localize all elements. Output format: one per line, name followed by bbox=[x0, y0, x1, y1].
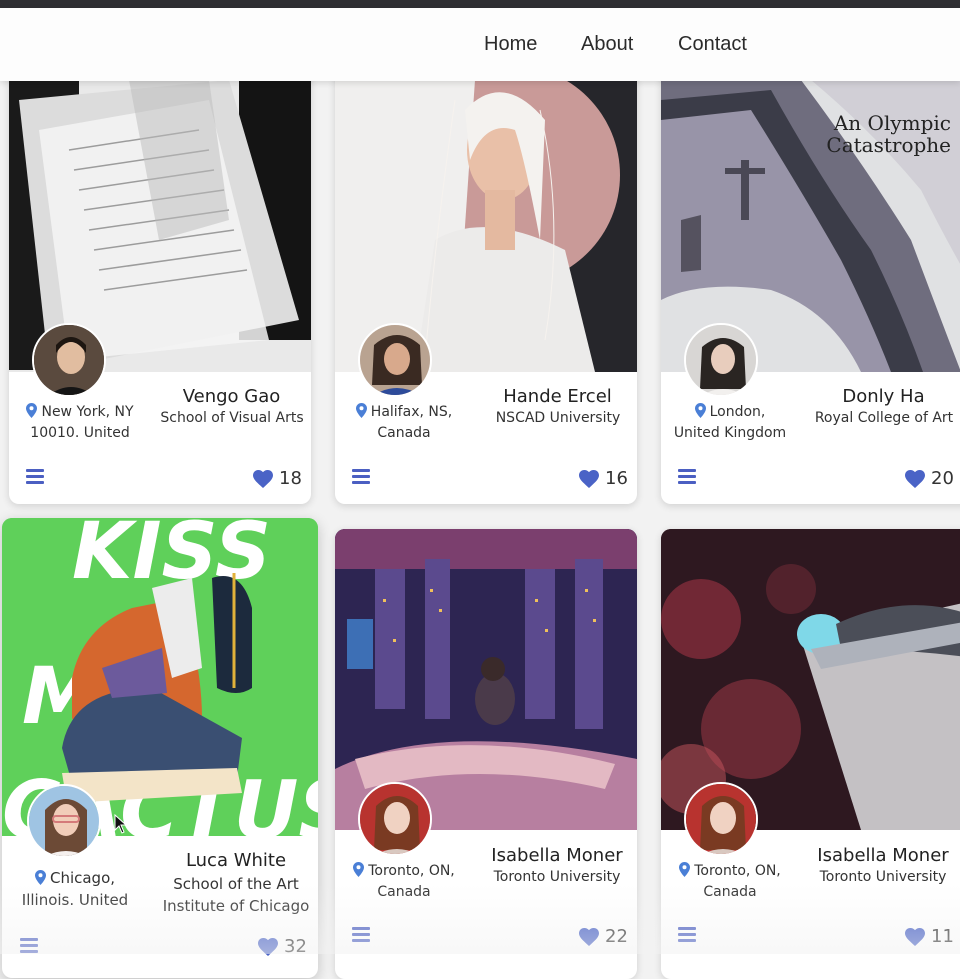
location-pin-icon bbox=[353, 862, 364, 877]
heart-icon bbox=[905, 470, 925, 488]
artist-location: Toronto, ON, Canada bbox=[665, 861, 795, 903]
location-line-1: New York, NY bbox=[41, 404, 133, 420]
artist-avatar[interactable] bbox=[684, 782, 758, 856]
artist-avatar[interactable] bbox=[684, 323, 758, 397]
location-pin-icon bbox=[26, 403, 37, 418]
like-count: 11 bbox=[931, 926, 954, 947]
artist-school: School of Visual Arts bbox=[157, 408, 307, 429]
artist-school: Toronto University bbox=[807, 867, 959, 888]
artist-avatar[interactable] bbox=[32, 323, 106, 397]
school-line-1: School of the Art bbox=[173, 875, 299, 893]
artist-name: Isabella Moner bbox=[807, 845, 959, 866]
artist-avatar[interactable] bbox=[27, 784, 101, 858]
location-pin-icon bbox=[695, 403, 706, 418]
location-line-2: Illinois. United bbox=[22, 891, 128, 909]
artist-school: Royal College of Art bbox=[809, 408, 959, 429]
artist-name: Hande Ercel bbox=[485, 386, 630, 407]
location-line-2: Canada bbox=[703, 884, 756, 900]
location-line-2: Canada bbox=[377, 884, 430, 900]
menu-icon[interactable] bbox=[678, 927, 696, 943]
menu-icon[interactable] bbox=[352, 469, 370, 485]
like-count: 16 bbox=[605, 468, 628, 489]
like-button[interactable]: 18 bbox=[253, 468, 302, 489]
like-count: 20 bbox=[931, 468, 954, 489]
location-line-2: United Kingdom bbox=[674, 425, 786, 441]
location-pin-icon bbox=[679, 862, 690, 877]
artist-card-donly-ha[interactable]: An OlympicCatastrophe Donly Ha Royal Col… bbox=[661, 40, 960, 504]
heart-icon bbox=[258, 938, 278, 956]
menu-icon[interactable] bbox=[26, 469, 44, 485]
like-count: 18 bbox=[279, 468, 302, 489]
heart-icon bbox=[253, 470, 273, 488]
heart-icon bbox=[905, 928, 925, 946]
artwork-image[interactable]: An OlympicCatastrophe bbox=[661, 40, 960, 372]
top-navigation: Home About Contact bbox=[0, 8, 960, 81]
location-pin-icon bbox=[356, 403, 367, 418]
school-line-2: Institute of Chicago bbox=[163, 897, 310, 915]
artist-school: NSCAD University bbox=[483, 408, 633, 429]
location-line-1: Halifax, NS, bbox=[371, 404, 452, 420]
heart-icon bbox=[579, 928, 599, 946]
heart-icon bbox=[579, 470, 599, 488]
like-count: 22 bbox=[605, 926, 628, 947]
location-line-1: London, bbox=[710, 404, 766, 420]
artist-card-luca-white[interactable]: KISS MY CACTUS Luca White School of the … bbox=[2, 518, 318, 978]
artwork-title-line-1: An Olympic bbox=[834, 111, 951, 135]
artist-card-hande-ercel[interactable]: Hande Ercel NSCAD University Halifax, NS… bbox=[335, 40, 637, 504]
artist-name: Luca White bbox=[160, 850, 312, 871]
nav-contact-link[interactable]: Contact bbox=[678, 33, 747, 56]
artist-location: New York, NY 10010. United bbox=[15, 402, 145, 444]
location-line-1: Chicago, bbox=[50, 869, 115, 887]
like-button[interactable]: 22 bbox=[579, 926, 628, 947]
like-button[interactable]: 11 bbox=[905, 926, 954, 947]
artist-school: Toronto University bbox=[481, 867, 633, 888]
artwork-title-line-2: Catastrophe bbox=[826, 133, 951, 157]
menu-icon[interactable] bbox=[352, 927, 370, 943]
artist-location: London, United Kingdom bbox=[665, 402, 795, 444]
artwork-image[interactable] bbox=[335, 40, 637, 372]
mouse-cursor-icon bbox=[114, 814, 128, 834]
menu-icon[interactable] bbox=[20, 938, 38, 954]
artist-avatar[interactable] bbox=[358, 782, 432, 856]
artist-name: Vengo Gao bbox=[159, 386, 304, 407]
menu-icon[interactable] bbox=[678, 469, 696, 485]
like-button[interactable]: 20 bbox=[905, 468, 954, 489]
location-line-2: 10010. United bbox=[30, 425, 129, 441]
artist-school: School of the Art Institute of Chicago bbox=[158, 873, 314, 917]
artist-name: Isabella Moner bbox=[481, 845, 633, 866]
location-pin-icon bbox=[35, 870, 46, 885]
like-button[interactable]: 16 bbox=[579, 468, 628, 489]
artist-location: Toronto, ON, Canada bbox=[339, 861, 469, 903]
artist-card-isabella-moner-1[interactable]: Isabella Moner Toronto University Toront… bbox=[335, 529, 637, 979]
artist-card-isabella-moner-2[interactable]: Isabella Moner Toronto University Toront… bbox=[661, 529, 960, 979]
artist-location: Halifax, NS, Canada bbox=[339, 402, 469, 444]
artist-name: Donly Ha bbox=[811, 386, 956, 407]
artist-location: Chicago, Illinois. United bbox=[10, 867, 140, 911]
location-line-1: Toronto, ON, bbox=[368, 863, 455, 879]
artist-card-vengo-gao[interactable]: Vengo Gao School of Visual Arts New York… bbox=[9, 40, 311, 504]
nav-home-link[interactable]: Home bbox=[484, 33, 537, 56]
location-line-1: Toronto, ON, bbox=[694, 863, 781, 879]
artist-avatar[interactable] bbox=[358, 323, 432, 397]
location-line-2: Canada bbox=[377, 425, 430, 441]
nav-about-link[interactable]: About bbox=[581, 33, 633, 56]
artwork-title: An OlympicCatastrophe bbox=[826, 112, 951, 156]
artwork-image[interactable] bbox=[9, 40, 311, 372]
window-top-bar bbox=[0, 0, 960, 8]
